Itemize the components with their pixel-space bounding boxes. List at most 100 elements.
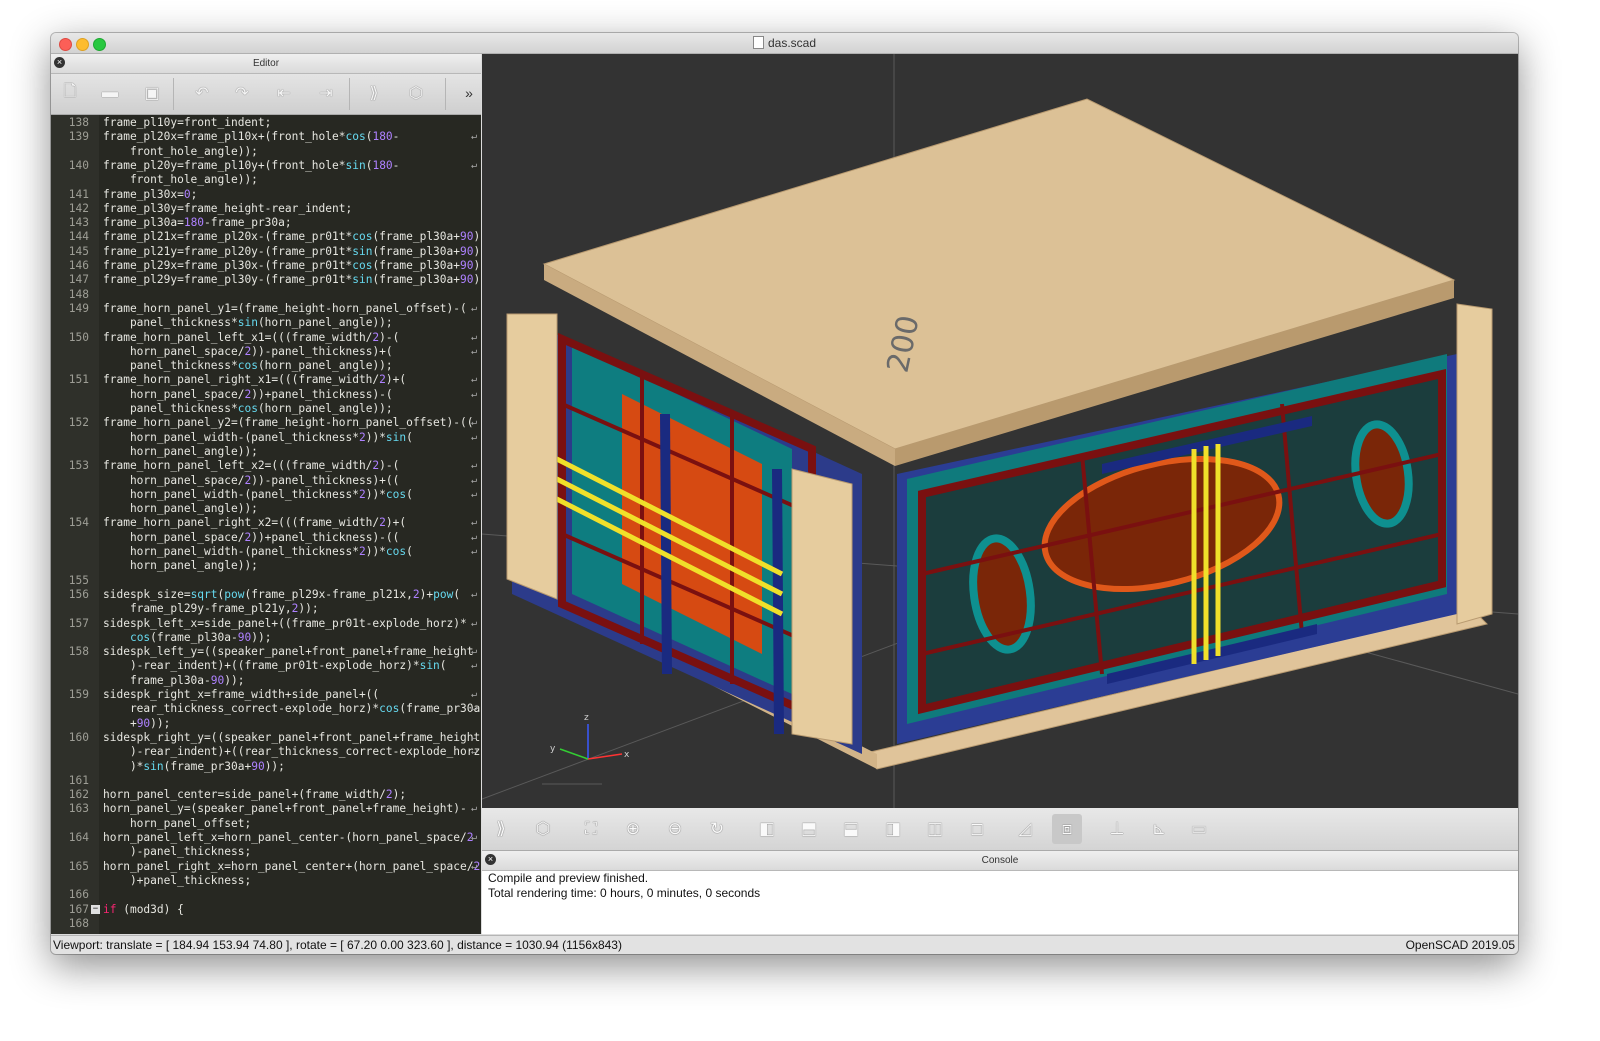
document-icon bbox=[752, 36, 764, 49]
line-number: 154 bbox=[68, 516, 89, 530]
code-text: horn_panel_angle)); bbox=[103, 444, 258, 458]
code-text: horn_panel_space/2))+panel_thickness)-(( bbox=[103, 530, 400, 544]
line-number: 160 bbox=[68, 730, 89, 744]
wrap-indicator-icon: ↵ bbox=[471, 331, 478, 343]
code-text: frame_horn_panel_left_x2=(((frame_width/… bbox=[103, 459, 400, 473]
view-back-icon[interactable]: ◻ bbox=[962, 814, 992, 844]
line-number: 161 bbox=[68, 773, 89, 787]
zoom-in-icon[interactable]: ⊕ bbox=[618, 814, 648, 844]
wrap-indicator-icon: ↵ bbox=[471, 431, 478, 443]
line-number: 142 bbox=[68, 201, 89, 215]
new-file-icon[interactable]: 🗋 bbox=[57, 80, 83, 106]
code-text: panel_thickness*cos(horn_panel_angle)); bbox=[103, 359, 393, 373]
code-text: )+panel_thickness; bbox=[103, 873, 252, 887]
code-text: frame_pl29x=frame_pl30x-(frame_pr01t*cos… bbox=[103, 259, 481, 272]
editor-close-icon[interactable]: × bbox=[54, 57, 65, 68]
code-editor[interactable]: 138 frame_pl10y=front_indent; 139 frame_pl2… bbox=[51, 115, 481, 934]
wrap-indicator-icon: ↵ bbox=[471, 488, 478, 500]
wrap-indicator-icon: ↵ bbox=[471, 746, 478, 758]
wrap-indicator-icon: ↵ bbox=[471, 531, 478, 543]
code-text: sidespk_size=sqrt(pow(frame_pl29x-frame_… bbox=[103, 587, 461, 601]
view-bottom-icon[interactable]: ⬓ bbox=[836, 814, 866, 844]
status-bar: Viewport: translate = [ 184.94 153.94 74… bbox=[51, 935, 1518, 954]
editor-toolbar: 🗋 ▬ ▣ ↶ ↷ ⇤ ⇥ ⟫ ⬡ » bbox=[51, 74, 481, 115]
line-number: 148 bbox=[68, 287, 89, 301]
wrap-indicator-icon: ↵ bbox=[471, 417, 478, 429]
console-output: Compile and preview finished. Total rend… bbox=[488, 871, 760, 901]
code-text: +90)); bbox=[103, 716, 171, 730]
code-text: frame_horn_panel_right_x2=(((frame_width… bbox=[103, 516, 407, 530]
reset-view-icon[interactable]: ↻ bbox=[702, 814, 732, 844]
line-number: 138 bbox=[68, 116, 89, 129]
orthogonal-icon[interactable]: ⧈ bbox=[1052, 814, 1082, 844]
console-dock-title-text: Console bbox=[981, 855, 1019, 866]
view-right-icon[interactable]: ◧ bbox=[752, 814, 782, 844]
code-text: )-rear_indent)+((rear_thickness_correct-… bbox=[103, 745, 481, 759]
view-top-icon[interactable]: ⬒ bbox=[794, 814, 824, 844]
render-icon[interactable]: ⬡ bbox=[528, 814, 558, 844]
wrap-indicator-icon: ↵ bbox=[471, 803, 478, 815]
redo-icon[interactable]: ↷ bbox=[229, 80, 255, 106]
view-all-icon[interactable]: ⛶ bbox=[576, 814, 606, 844]
model-render: 200 z y x bbox=[482, 54, 1518, 808]
wrap-indicator-icon: ↵ bbox=[471, 646, 478, 658]
preview-icon[interactable]: ⟫ bbox=[361, 80, 387, 106]
zoom-out-icon[interactable]: ⊖ bbox=[660, 814, 690, 844]
line-number: 151 bbox=[68, 373, 89, 387]
code-text: horn_panel_center=side_panel+(frame_widt… bbox=[103, 788, 407, 802]
view-left-icon[interactable]: ◨ bbox=[878, 814, 908, 844]
3d-viewport[interactable]: 200 z y x bbox=[482, 54, 1518, 808]
perspective-icon[interactable]: ◿ bbox=[1010, 814, 1040, 844]
wrap-indicator-icon: ↵ bbox=[471, 689, 478, 700]
show-edges-icon[interactable]: ▭ bbox=[1184, 814, 1214, 844]
console-dock-title: × Console bbox=[482, 851, 1518, 871]
line-number: 145 bbox=[68, 244, 89, 258]
wrap-indicator-icon: ↵ bbox=[471, 832, 478, 843]
wrap-indicator-icon: ↵ bbox=[471, 731, 478, 743]
wrap-indicator-icon: ↵ bbox=[471, 588, 478, 600]
more-icon[interactable]: » bbox=[456, 80, 482, 106]
code-text: frame_pl30x=0; bbox=[103, 187, 198, 201]
wrap-indicator-icon: ↵ bbox=[471, 159, 478, 171]
save-icon[interactable]: ▣ bbox=[139, 80, 165, 106]
render-icon[interactable]: ⬡ bbox=[403, 80, 429, 106]
right-rear-post bbox=[1456, 303, 1493, 625]
code-text: frame_pl21y=frame_pl20y-(frame_pr01t*sin… bbox=[103, 244, 481, 258]
open-file-icon[interactable]: ▬ bbox=[97, 80, 123, 106]
line-number: 158 bbox=[68, 645, 89, 659]
wrap-indicator-icon: ↵ bbox=[471, 703, 478, 715]
line-number: 168 bbox=[68, 916, 89, 930]
code-text: frame_pl29y=frame_pl30y-(frame_pr01t*sin… bbox=[103, 273, 481, 287]
show-axes-icon[interactable]: ⊥ bbox=[1102, 814, 1132, 844]
line-number: 140 bbox=[68, 158, 89, 172]
undo-icon[interactable]: ↶ bbox=[189, 80, 215, 106]
code-text: frame_horn_panel_right_x1=(((frame_width… bbox=[103, 373, 407, 387]
preview-icon[interactable]: ⟫ bbox=[486, 814, 516, 844]
wrap-indicator-icon: ↵ bbox=[471, 388, 478, 400]
editor-panel: × Editor 🗋 ▬ ▣ ↶ ↷ ⇤ ⇥ ⟫ ⬡ » 138 frame_pl… bbox=[51, 54, 481, 934]
code-text: frame_pl30a-90)); bbox=[103, 673, 245, 687]
code-text: )-rear_indent)+((frame_pr01t-explode_hor… bbox=[103, 659, 447, 673]
line-number: 153 bbox=[68, 459, 89, 473]
window-title: das.scad bbox=[51, 36, 1518, 50]
code-text: horn_panel_angle)); bbox=[103, 502, 258, 516]
wrap-indicator-icon: ↵ bbox=[471, 460, 478, 472]
line-number: 165 bbox=[68, 859, 89, 873]
console-close-icon[interactable]: × bbox=[485, 854, 496, 865]
fold-toggle-icon[interactable]: − bbox=[91, 904, 100, 914]
code-text: if (mod3d) { bbox=[103, 902, 184, 916]
code-text: horn_panel_left_x=horn_panel_center-(hor… bbox=[103, 831, 474, 844]
code-text: frame_horn_panel_y1=(frame_height-horn_p… bbox=[103, 301, 467, 315]
code-text: )-panel_thickness; bbox=[103, 845, 252, 859]
axis-z-label: z bbox=[584, 713, 589, 723]
unindent-icon[interactable]: ⇤ bbox=[271, 80, 297, 106]
viewport-status-text: Viewport: translate = [ 184.94 153.94 74… bbox=[53, 938, 622, 952]
show-scale-icon[interactable]: ⊾ bbox=[1144, 814, 1174, 844]
code-text: frame_pl29y-frame_pl21y,2)); bbox=[103, 602, 319, 616]
axes-widget: z y x bbox=[550, 713, 630, 760]
code-text: horn_panel_width-(panel_thickness*2))*si… bbox=[103, 430, 413, 444]
indent-icon[interactable]: ⇥ bbox=[313, 80, 339, 106]
code-text: front_hole_angle)); bbox=[103, 144, 258, 158]
view-front-icon[interactable]: ◫ bbox=[920, 814, 950, 844]
wrap-indicator-icon: ↵ bbox=[471, 345, 478, 357]
